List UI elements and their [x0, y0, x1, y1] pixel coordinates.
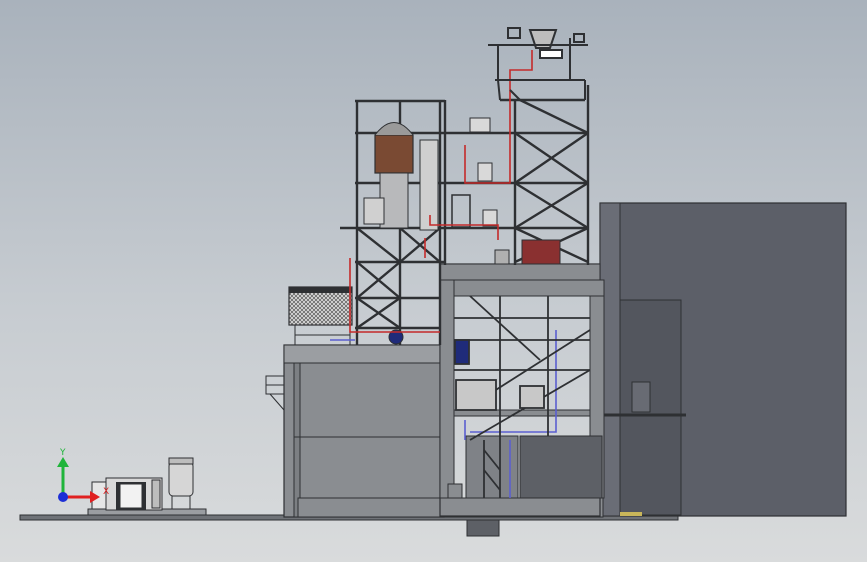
ground-slab	[19, 514, 679, 537]
cooling-unit	[288, 286, 353, 346]
cad-viewport[interactable]: Y X	[0, 0, 867, 562]
left-stair	[265, 375, 285, 411]
y-axis-label: Y	[59, 448, 66, 458]
plant-model-drawing: Y X	[19, 27, 847, 537]
z-axis-dot	[58, 492, 68, 502]
y-axis-arrow	[57, 457, 69, 467]
vessel-tower	[363, 117, 561, 345]
top-head-structure	[488, 27, 588, 101]
right-building	[599, 202, 847, 517]
x-axis-label: X	[103, 487, 109, 497]
